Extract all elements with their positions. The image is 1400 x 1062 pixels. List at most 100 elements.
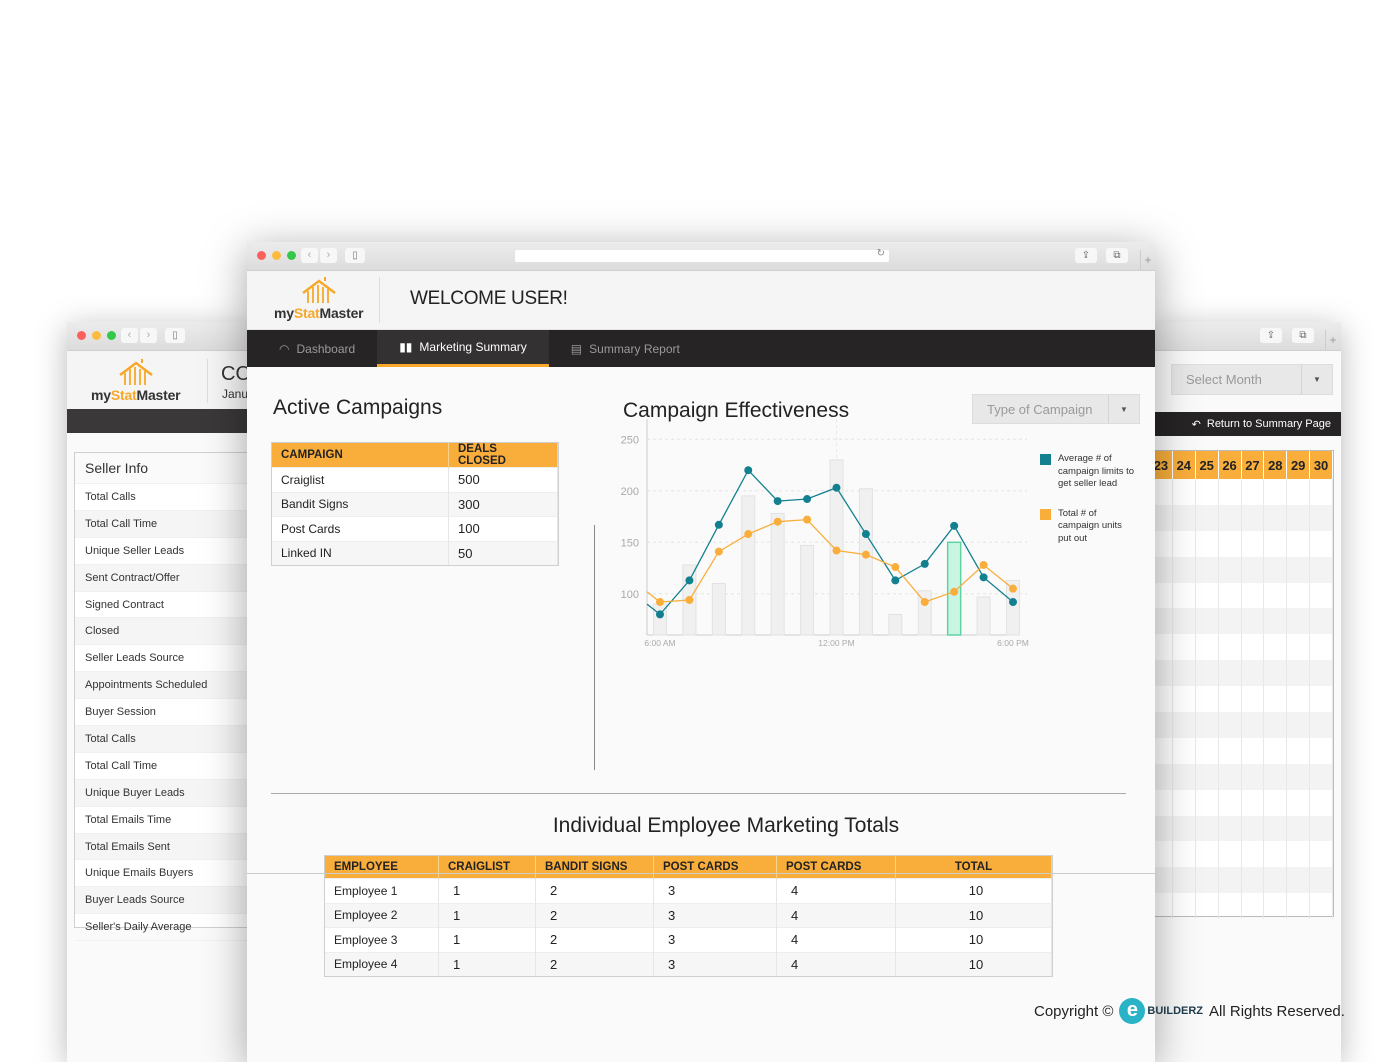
calendar-cell[interactable] [1287, 841, 1311, 868]
maximize-window-icon[interactable] [287, 251, 296, 260]
calendar-cell[interactable] [1219, 608, 1242, 635]
calendar-cell[interactable] [1173, 737, 1196, 764]
seller-info-item[interactable]: Seller's Daily Average [75, 914, 275, 942]
calendar-cell[interactable] [1242, 660, 1265, 687]
calendar-cell[interactable] [1264, 893, 1288, 920]
maximize-window-icon[interactable] [107, 331, 116, 340]
calendar-cell[interactable] [1242, 582, 1265, 609]
calendar-cell[interactable] [1219, 841, 1242, 868]
calendar-cell[interactable] [1196, 737, 1219, 764]
address-bar[interactable]: ↻ [515, 248, 889, 262]
close-window-icon[interactable] [257, 251, 266, 260]
sidebar-toggle-icon[interactable]: ▯ [165, 328, 185, 343]
seller-info-item[interactable]: Buyer Session [75, 699, 275, 727]
return-to-summary-link[interactable]: Return to Summary Page [1207, 418, 1331, 430]
nav-marketing-summary[interactable]: ▮▮ Marketing Summary [377, 330, 549, 367]
calendar-cell[interactable] [1173, 556, 1196, 583]
calendar-cell[interactable] [1173, 841, 1196, 868]
calendar-cell[interactable] [1219, 634, 1242, 661]
calendar-cell[interactable] [1287, 815, 1311, 842]
calendar-cell[interactable] [1264, 686, 1288, 713]
calendar-cell[interactable] [1242, 479, 1265, 505]
calendar-cell[interactable] [1242, 504, 1265, 531]
calendar-cell[interactable] [1173, 893, 1196, 920]
calendar-cell[interactable] [1264, 815, 1288, 842]
calendar-cell[interactable] [1242, 815, 1265, 842]
calendar-cell[interactable] [1264, 582, 1288, 609]
calendar-cell[interactable] [1196, 556, 1219, 583]
calendar-cell[interactable] [1219, 737, 1242, 764]
calendar-cell[interactable] [1287, 504, 1311, 531]
calendar-cell[interactable] [1310, 867, 1333, 894]
app-logo[interactable]: myStatMaster [274, 277, 364, 321]
calendar-cell[interactable] [1287, 763, 1311, 790]
calendar-cell[interactable] [1196, 504, 1219, 531]
calendar-cell[interactable] [1287, 867, 1311, 894]
calendar-cell[interactable] [1264, 712, 1288, 738]
calendar-cell[interactable] [1287, 712, 1311, 738]
column-header[interactable]: BANDIT SIGNS [535, 856, 654, 879]
calendar-cell[interactable] [1287, 530, 1311, 557]
calendar-cell[interactable] [1242, 634, 1265, 661]
forward-button[interactable]: › [320, 248, 337, 263]
calendar-cell[interactable] [1219, 867, 1242, 894]
calendar-cell[interactable] [1264, 660, 1288, 687]
calendar-cell[interactable] [1242, 737, 1265, 764]
seller-info-item[interactable]: Signed Contract [75, 592, 275, 619]
share-icon[interactable]: ⇪ [1075, 248, 1097, 263]
calendar-cell[interactable] [1310, 530, 1333, 557]
calendar-cell[interactable] [1173, 608, 1196, 635]
calendar-cell[interactable] [1242, 530, 1265, 557]
calendar-cell[interactable] [1219, 815, 1242, 842]
sidebar-toggle-icon[interactable]: ▯ [345, 248, 365, 263]
column-header[interactable]: CRAIGLIST [438, 856, 536, 879]
calendar-cell[interactable] [1219, 686, 1242, 713]
calendar-cell[interactable] [1173, 763, 1196, 790]
calendar-cell[interactable] [1242, 841, 1265, 868]
calendar-cell[interactable] [1196, 867, 1219, 894]
calendar-cell[interactable] [1264, 841, 1288, 868]
calendar-cell[interactable] [1242, 867, 1265, 894]
calendar-cell[interactable] [1173, 867, 1196, 894]
column-header[interactable]: POST CARDS [776, 856, 896, 879]
calendar-cell[interactable] [1173, 479, 1196, 505]
calendar-cell[interactable] [1264, 479, 1288, 505]
calendar-cell[interactable] [1173, 504, 1196, 531]
calendar-cell[interactable] [1219, 530, 1242, 557]
calendar-cell[interactable] [1196, 712, 1219, 738]
tabs-icon[interactable]: ⧉ [1106, 248, 1128, 263]
calendar-cell[interactable] [1219, 763, 1242, 790]
nav-summary-report[interactable]: ▤ Summary Report [549, 330, 702, 367]
calendar-cell[interactable] [1219, 789, 1242, 816]
calendar-cell[interactable] [1310, 504, 1333, 531]
calendar-cell[interactable] [1173, 789, 1196, 816]
calendar-cell[interactable] [1196, 686, 1219, 713]
seller-info-item[interactable]: Sent Contract/Offer [75, 564, 275, 592]
calendar-cell[interactable] [1173, 634, 1196, 661]
calendar-cell[interactable] [1173, 712, 1196, 738]
calendar-cell[interactable] [1219, 893, 1242, 920]
calendar-cell[interactable] [1310, 789, 1333, 816]
minimize-window-icon[interactable] [92, 331, 101, 340]
seller-info-item[interactable]: Unique Seller Leads [75, 538, 275, 565]
calendar-cell[interactable] [1310, 712, 1333, 738]
calendar-cell[interactable] [1196, 634, 1219, 661]
calendar-cell[interactable] [1310, 686, 1333, 713]
calendar-cell[interactable] [1219, 582, 1242, 609]
nav-dashboard[interactable]: ◠ Dashboard [247, 330, 377, 367]
calendar-cell[interactable] [1287, 660, 1311, 687]
calendar-cell[interactable] [1264, 504, 1288, 531]
tabs-icon[interactable]: ⧉ [1292, 328, 1314, 343]
calendar-cell[interactable] [1173, 530, 1196, 557]
calendar-cell[interactable] [1287, 634, 1311, 661]
calendar-cell[interactable] [1196, 479, 1219, 505]
forward-button[interactable]: › [140, 328, 157, 343]
calendar-cell[interactable] [1196, 582, 1219, 609]
seller-info-item[interactable]: Closed [75, 618, 275, 646]
minimize-window-icon[interactable] [272, 251, 281, 260]
calendar-cell[interactable] [1287, 789, 1311, 816]
calendar-cell[interactable] [1219, 504, 1242, 531]
seller-info-item[interactable]: Seller Leads Source [75, 645, 275, 673]
calendar-cell[interactable] [1242, 608, 1265, 635]
calendar-cell[interactable] [1310, 556, 1333, 583]
